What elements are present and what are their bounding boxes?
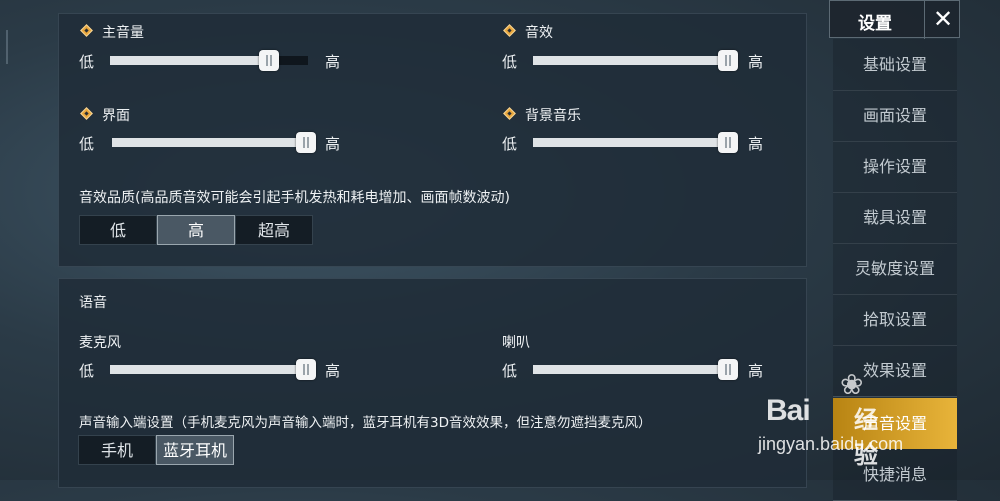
mic-volume-slider[interactable] — [110, 359, 316, 380]
sidebar-item-pickup[interactable]: 拾取设置 — [833, 294, 957, 346]
slider-thumb[interactable] — [259, 50, 279, 71]
mic-volume-low-label: 低 — [79, 362, 95, 380]
slider-thumb[interactable] — [296, 132, 316, 153]
ui-volume-slider[interactable] — [112, 132, 316, 153]
mic-volume-high-label: 高 — [325, 362, 341, 380]
sidebar-title: 设置 — [858, 14, 892, 34]
sidebar-item-controls[interactable]: 操作设置 — [833, 141, 957, 193]
input-phone-button[interactable]: 手机 — [78, 435, 156, 465]
slider-fill — [110, 56, 269, 65]
audio-quality-label: 音效品质(高品质音效可能会引起手机发热和耗电增加、画面帧数波动) — [79, 190, 510, 206]
master-volume-low-label: 低 — [79, 53, 95, 71]
input-bluetooth-button[interactable]: 蓝牙耳机 — [156, 435, 234, 465]
slider-thumb[interactable] — [718, 359, 738, 380]
master-volume-high-label: 高 — [325, 53, 341, 71]
ui-volume-high-label: 高 — [325, 135, 341, 153]
paw-icon: ❀ — [840, 368, 864, 401]
effects-volume-low-label: 低 — [502, 53, 518, 71]
music-volume-slider[interactable] — [533, 132, 738, 153]
watermark-brand: Bai — [766, 394, 811, 427]
speaker-volume-slider[interactable] — [533, 359, 738, 380]
speaker-volume-low-label: 低 — [502, 362, 518, 380]
effects-volume-high-label: 高 — [748, 53, 764, 71]
speaker-volume-label: 喇叭 — [502, 335, 530, 351]
sidebar-header: 设置 ✕ — [829, 0, 961, 39]
music-volume-label: 背景音乐 — [525, 108, 581, 124]
ui-volume-low-label: 低 — [79, 135, 95, 153]
music-volume-low-label: 低 — [502, 135, 518, 153]
voice-section-title: 语音 — [79, 295, 107, 311]
slider-thumb[interactable] — [296, 359, 316, 380]
sidebar-item-sensitivity[interactable]: 灵敏度设置 — [833, 243, 957, 295]
baidu-watermark: ❀ Bai 经验 jingyan.baidu.com — [742, 368, 903, 472]
slider-thumb[interactable] — [718, 132, 738, 153]
effects-volume-label: 音效 — [525, 25, 553, 41]
quality-high-button[interactable]: 高 — [157, 215, 235, 245]
master-volume-label: 主音量 — [102, 25, 144, 41]
sidebar-item-basic[interactable]: 基础设置 — [833, 39, 957, 91]
slider-fill — [533, 138, 728, 147]
slider-fill — [533, 365, 728, 374]
music-volume-high-label: 高 — [748, 135, 764, 153]
audio-quality-selector: 低 高 超高 — [79, 215, 313, 245]
edge-marker — [6, 30, 8, 64]
watermark-url: jingyan.baidu.com — [758, 434, 904, 454]
voice-input-label: 声音输入端设置（手机麦克风为声音输入端时，蓝牙耳机有3D音效效果，但注意勿遮挡麦… — [79, 415, 652, 431]
effects-volume-slider[interactable] — [533, 50, 738, 71]
mic-volume-label: 麦克风 — [79, 335, 121, 351]
master-volume-slider[interactable] — [110, 50, 308, 71]
sidebar-item-graphics[interactable]: 画面设置 — [833, 90, 957, 142]
quality-low-button[interactable]: 低 — [79, 215, 157, 245]
slider-fill — [110, 365, 306, 374]
quality-ultra-button[interactable]: 超高 — [235, 215, 313, 245]
sidebar-item-vehicle[interactable]: 载具设置 — [833, 192, 957, 244]
ui-volume-label: 界面 — [102, 108, 130, 124]
voice-input-selector: 手机 蓝牙耳机 — [78, 435, 234, 465]
slider-fill — [112, 138, 306, 147]
slider-thumb[interactable] — [718, 50, 738, 71]
slider-fill — [533, 56, 728, 65]
close-icon[interactable]: ✕ — [924, 1, 961, 39]
